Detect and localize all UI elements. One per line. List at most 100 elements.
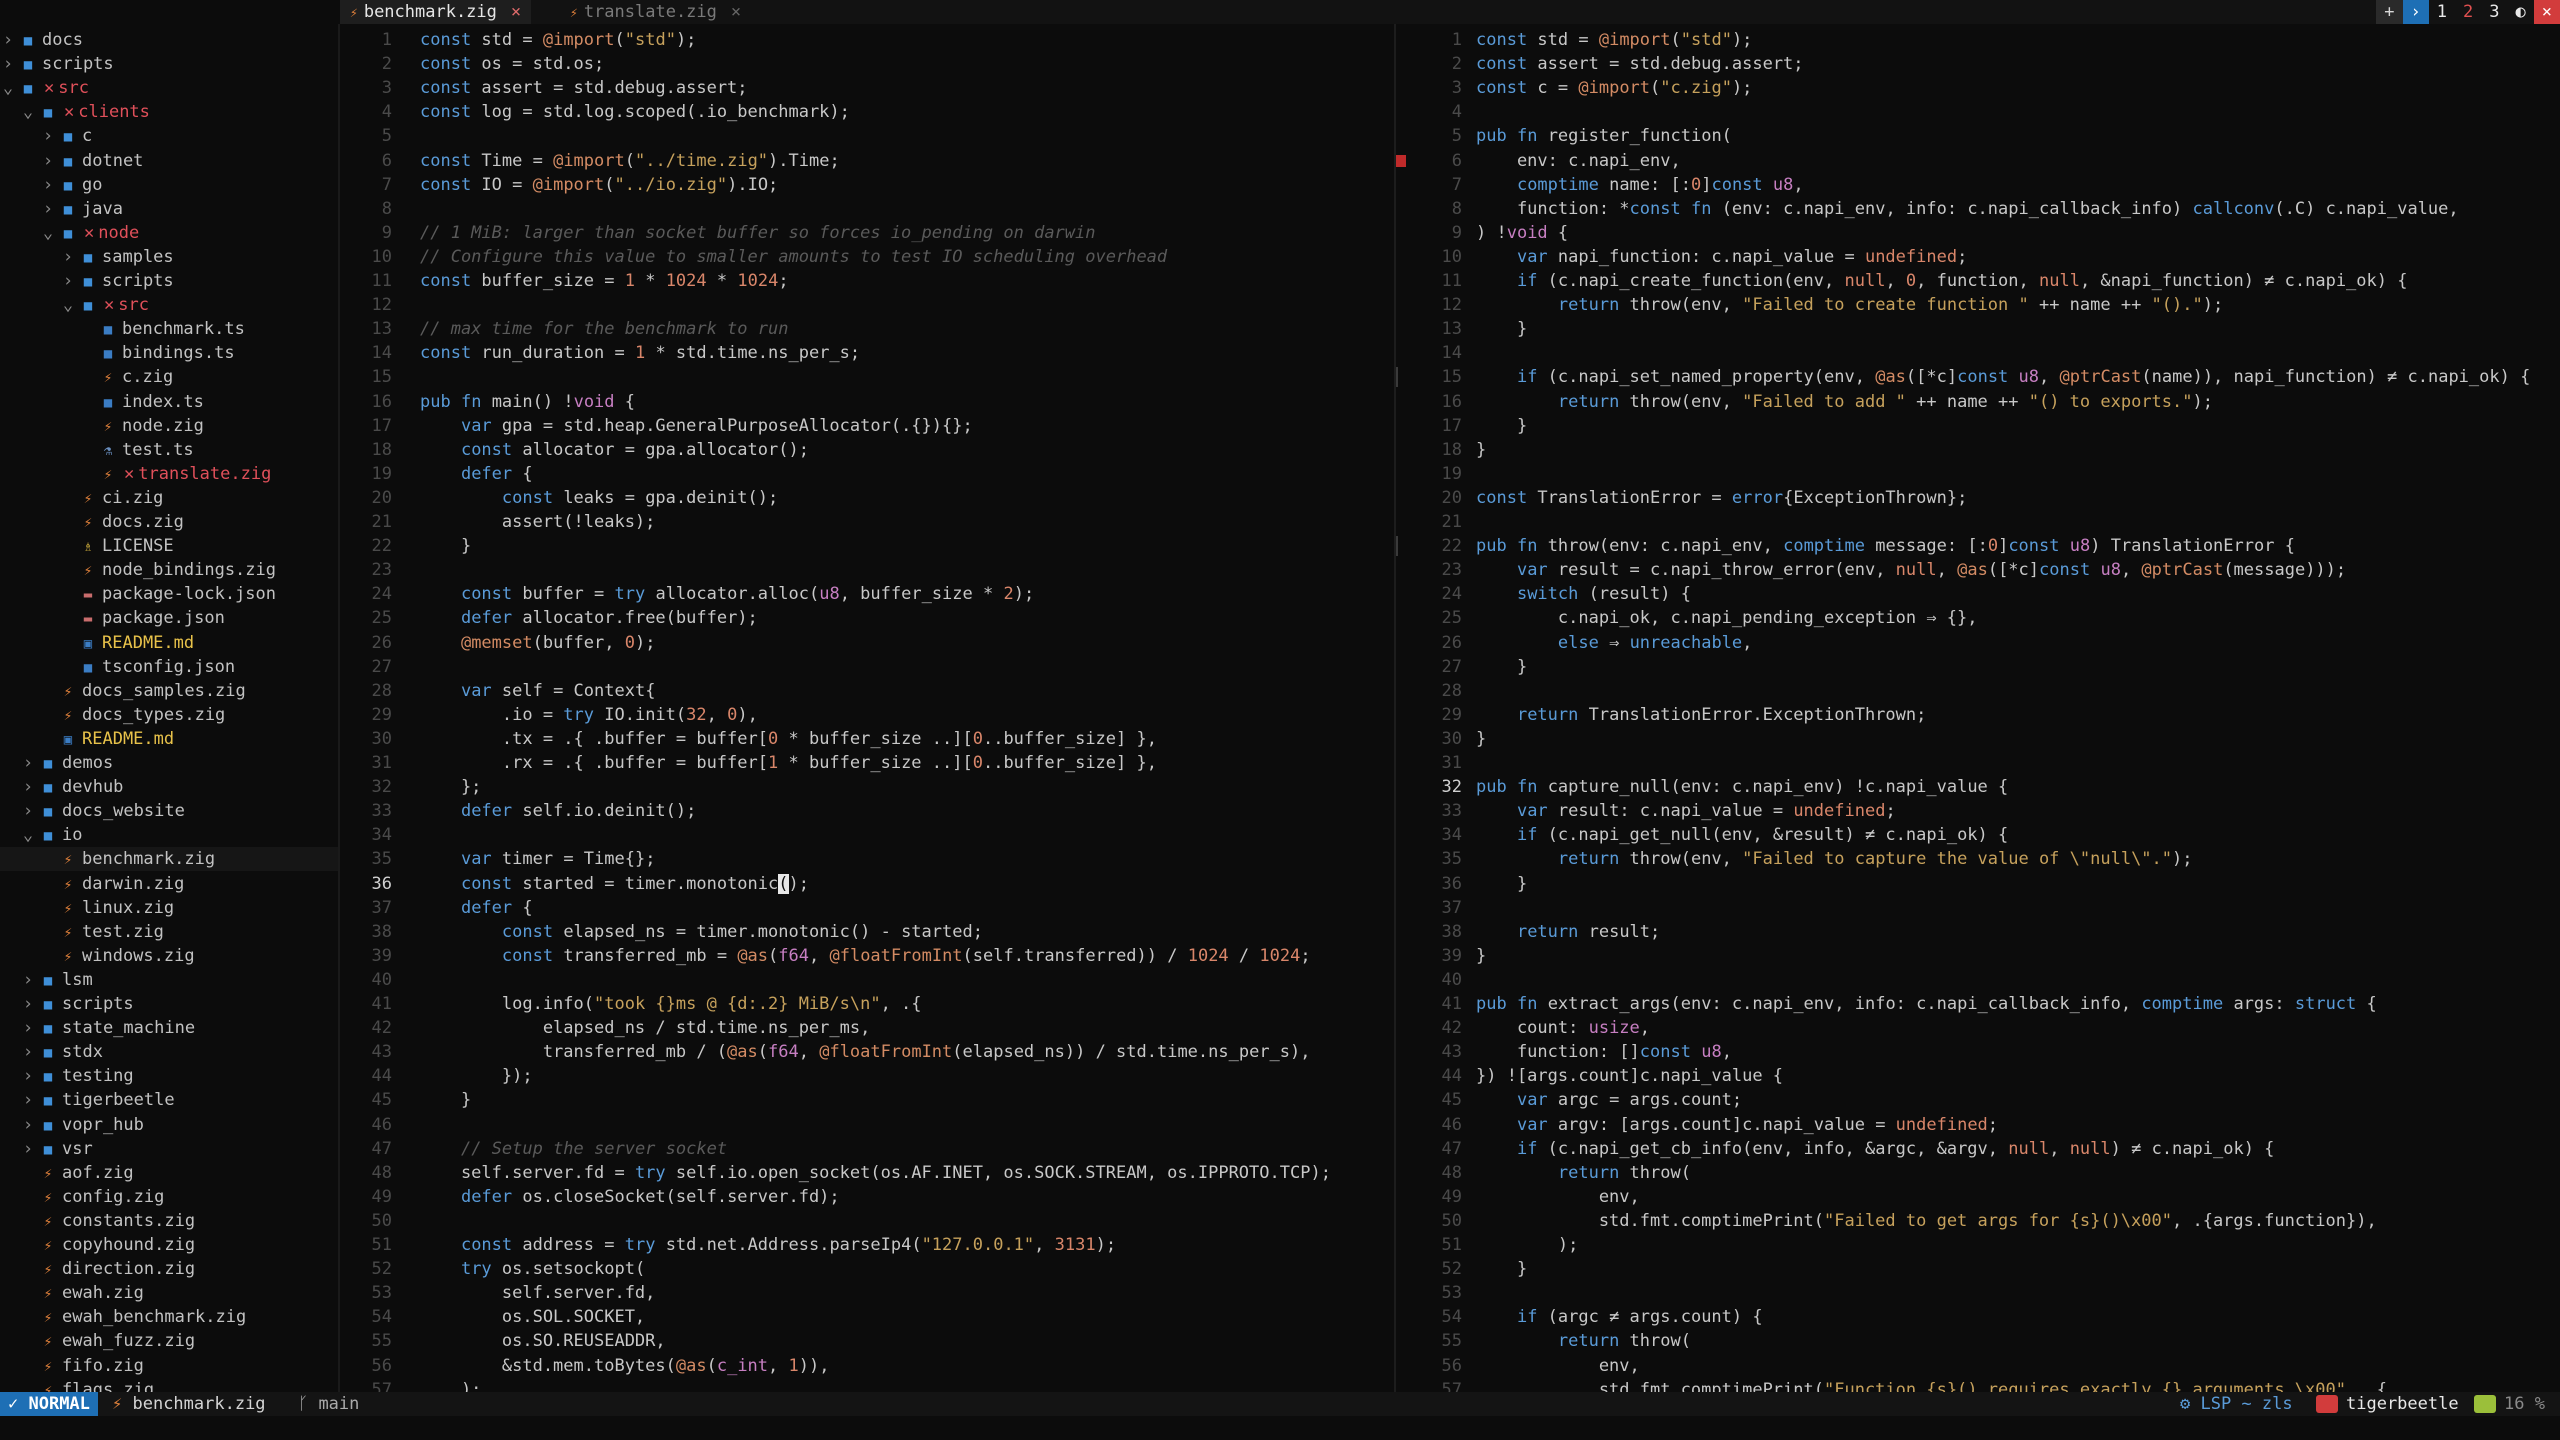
chevron-right-icon[interactable]: › <box>0 28 18 52</box>
tree-file[interactable]: ■ tsconfig.json <box>0 655 338 679</box>
tree-file[interactable]: ⚡ copyhound.zig <box>0 1233 338 1257</box>
git-branch[interactable]: ᚴ main <box>298 1392 359 1416</box>
code-line[interactable]: 36 const started = timer.monotonic(); <box>340 872 1394 896</box>
tree-folder[interactable]: › ■ samples <box>0 245 338 269</box>
tree-folder[interactable]: › ■ go <box>0 173 338 197</box>
code-line[interactable]: 14 const run_duration = 1 * std.time.ns_p… <box>340 341 1394 365</box>
tree-file[interactable]: ⚡ ewah_fuzz.zig <box>0 1329 338 1353</box>
tree-folder[interactable]: ⌄ ■ ✕ src <box>0 76 338 100</box>
command-line[interactable] <box>0 1416 2560 1440</box>
chevron-down-icon[interactable]: ⌄ <box>38 221 58 245</box>
code-line[interactable]: 50 <box>340 1209 1394 1233</box>
code-line[interactable]: 7 comptime name: [:0]const u8, <box>1396 173 2560 197</box>
tabpage-2[interactable]: 2 <box>2455 0 2481 24</box>
chevron-down-icon[interactable]: ⌄ <box>58 293 78 317</box>
code-line[interactable]: 23 <box>340 558 1394 582</box>
chevron-right-icon[interactable]: › <box>18 1137 38 1161</box>
close-window-button[interactable]: × <box>2533 0 2560 24</box>
code-line[interactable]: 20 const leaks = gpa.deinit(); <box>340 486 1394 510</box>
code-line[interactable]: 45 var argc = args.count; <box>1396 1088 2560 1112</box>
code-line[interactable]: 42 elapsed_ns / std.time.ns_per_ms, <box>340 1016 1394 1040</box>
code-line[interactable]: 18 const allocator = gpa.allocator(); <box>340 438 1394 462</box>
tree-file[interactable]: ⚡ ci.zig <box>0 486 338 510</box>
tree-file[interactable]: ⚗ test.ts <box>0 438 338 462</box>
code-line[interactable]: 26 else ⇒ unreachable, <box>1396 631 2560 655</box>
editor-pane-right[interactable]: 1 const std = @import("std"); 2 const asser… <box>1396 24 2560 1392</box>
tree-file[interactable]: ⚡ c.zig <box>0 365 338 389</box>
code-line[interactable]: 22 } <box>340 534 1394 558</box>
tree-file[interactable]: ■ benchmark.ts <box>0 317 338 341</box>
tree-folder[interactable]: ⌄ ■ ✕ src <box>0 293 338 317</box>
code-line[interactable]: 28 var self = Context{ <box>340 679 1394 703</box>
code-line[interactable]: 12 <box>340 293 1394 317</box>
code-line[interactable]: 8 <box>340 197 1394 221</box>
code-line[interactable]: 57 ); <box>340 1378 1394 1392</box>
code-line[interactable]: 6 env: c.napi_env, <box>1396 149 2560 173</box>
tree-folder[interactable]: › ■ dotnet <box>0 149 338 173</box>
tree-file[interactable]: ⚡ constants.zig <box>0 1209 338 1233</box>
tree-folder[interactable]: › ■ scripts <box>0 52 338 76</box>
code-line[interactable]: 30 .tx = .{ .buffer = buffer[0 * buffer_… <box>340 727 1394 751</box>
tree-folder[interactable]: › ■ java <box>0 197 338 221</box>
code-line[interactable]: 9) !void { <box>1396 221 2560 245</box>
chevron-right-icon[interactable]: › <box>38 197 58 221</box>
code-line[interactable]: 14 <box>1396 341 2560 365</box>
tree-folder[interactable]: ⌄ ■ io <box>0 823 338 847</box>
code-line[interactable]: 5 <box>340 124 1394 148</box>
tree-file[interactable]: ▬ package.json <box>0 606 338 630</box>
tree-file[interactable]: ⚡ ✕ translate.zig <box>0 462 338 486</box>
tree-folder[interactable]: › ■ scripts <box>0 992 338 1016</box>
tree-file[interactable]: ▣ README.md <box>0 727 338 751</box>
tree-folder[interactable]: › ■ docs <box>0 28 338 52</box>
code-line[interactable]: 9 // 1 MiB: larger than socket buffer so … <box>340 221 1394 245</box>
tree-folder[interactable]: ⌄ ■ ✕ clients <box>0 100 338 124</box>
theme-toggle-icon[interactable]: ◐ <box>2508 0 2534 24</box>
code-line[interactable]: 35 return throw(env, "Failed to capture … <box>1396 847 2560 871</box>
code-line[interactable]: 16 pub fn main() !void { <box>340 390 1394 414</box>
chevron-right-icon[interactable]: › <box>18 1064 38 1088</box>
tree-file[interactable]: ⚡ docs.zig <box>0 510 338 534</box>
chevron-right-icon[interactable]: › <box>18 1016 38 1040</box>
code-line[interactable]: 45 } <box>340 1088 1394 1112</box>
code-line[interactable]: 18} <box>1396 438 2560 462</box>
tree-file[interactable]: ⚡ windows.zig <box>0 944 338 968</box>
chevron-right-icon[interactable]: › <box>38 124 58 148</box>
chevron-right-icon[interactable]: › <box>18 1088 38 1112</box>
code-line[interactable]: 53 self.server.fd, <box>340 1281 1394 1305</box>
tabpage-3[interactable]: 3 <box>2481 0 2507 24</box>
code-line[interactable]: 3 const c = @import("c.zig"); <box>1396 76 2560 100</box>
code-line[interactable]: 27 } <box>1396 655 2560 679</box>
chevron-right-icon[interactable]: › <box>18 751 38 775</box>
code-line[interactable]: 17 } <box>1396 414 2560 438</box>
tree-file[interactable]: ▣ README.md <box>0 631 338 655</box>
tree-folder[interactable]: › ■ scripts <box>0 269 338 293</box>
code-line[interactable]: 31 .rx = .{ .buffer = buffer[1 * buffer_… <box>340 751 1394 775</box>
tree-folder[interactable]: › ■ lsm <box>0 968 338 992</box>
chevron-right-icon[interactable]: › <box>18 992 38 1016</box>
tree-file[interactable]: ⚡ flags.zig <box>0 1378 338 1392</box>
code-line[interactable]: 2 const os = std.os; <box>340 52 1394 76</box>
tree-file[interactable]: ⚡ linux.zig <box>0 896 338 920</box>
code-line[interactable]: 54 if (argc ≠ args.count) { <box>1396 1305 2560 1329</box>
tab-translate-zig[interactable]: ⚡ translate.zig × <box>560 0 751 24</box>
tree-file[interactable]: ⚡ fifo.zig <box>0 1354 338 1378</box>
chevron-right-icon[interactable]: › <box>0 52 18 76</box>
next-tab-button[interactable]: › <box>2402 0 2429 24</box>
code-line[interactable]: 38 return result; <box>1396 920 2560 944</box>
code-line[interactable]: 17 var gpa = std.heap.GeneralPurposeAllo… <box>340 414 1394 438</box>
code-line[interactable]: 11 const buffer_size = 1 * 1024 * 1024; <box>340 269 1394 293</box>
tree-folder[interactable]: › ■ demos <box>0 751 338 775</box>
code-line[interactable]: 28 <box>1396 679 2560 703</box>
tree-file[interactable]: ⚡ node_bindings.zig <box>0 558 338 582</box>
code-line[interactable]: 4 <box>1396 100 2560 124</box>
tree-folder[interactable]: › ■ vopr_hub <box>0 1113 338 1137</box>
chevron-right-icon[interactable]: › <box>38 149 58 173</box>
tree-folder[interactable]: › ■ vsr <box>0 1137 338 1161</box>
new-tab-button[interactable]: + <box>2376 0 2403 24</box>
chevron-right-icon[interactable]: › <box>58 245 78 269</box>
code-line[interactable]: 33 var result: c.napi_value = undefined; <box>1396 799 2560 823</box>
code-line[interactable]: 23 var result = c.napi_throw_error(env, … <box>1396 558 2560 582</box>
tree-file[interactable]: ⚡ test.zig <box>0 920 338 944</box>
code-line[interactable]: 32 pub fn capture_null(env: c.napi_env) !… <box>1396 775 2560 799</box>
code-line[interactable]: 41 pub fn extract_args(env: c.napi_env, i… <box>1396 992 2560 1016</box>
